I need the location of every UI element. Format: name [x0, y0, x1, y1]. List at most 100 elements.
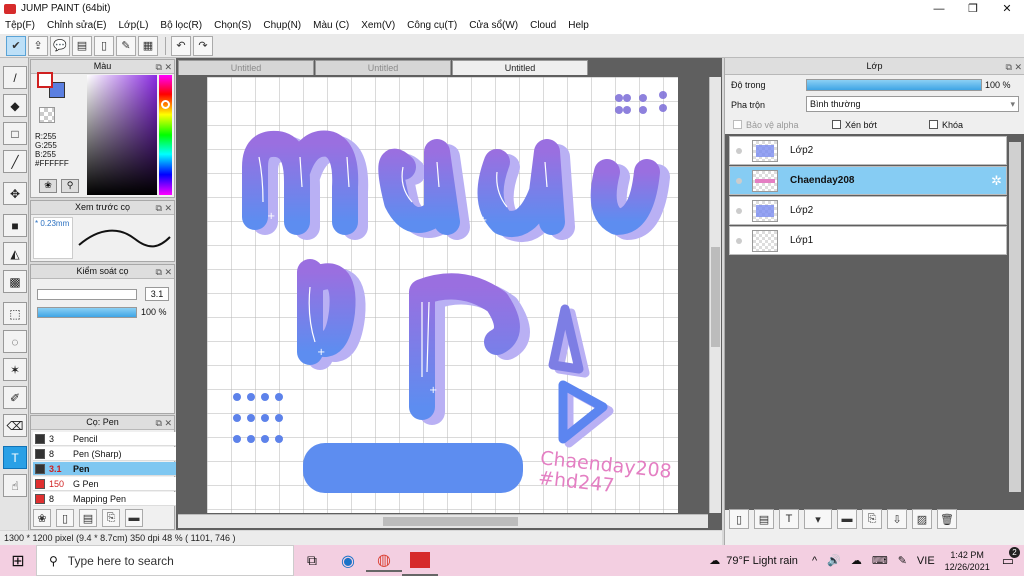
panel-controls-icon[interactable]: ⧉ ✕	[1006, 59, 1022, 75]
redo-icon[interactable]: ↷	[193, 35, 213, 56]
folder-icon[interactable]: ▬	[837, 509, 857, 529]
tab-untitled-1[interactable]: Untitled	[178, 60, 314, 75]
fill-rect-icon[interactable]: ■	[3, 214, 27, 237]
tab-untitled-3[interactable]: Untitled	[452, 60, 588, 75]
jump-paint-taskbar-icon[interactable]	[402, 545, 438, 576]
hue-slider[interactable]	[159, 75, 172, 195]
select-pen-icon[interactable]: ✐	[3, 386, 27, 409]
drawing-canvas[interactable]: + + + + Chaenday208 #hd247	[207, 77, 678, 513]
lock-checkbox[interactable]: Khóa	[929, 120, 963, 130]
brush-icon[interactable]: /	[3, 66, 27, 89]
trash-icon[interactable]: 🗑	[937, 509, 957, 529]
tab-untitled-2[interactable]: Untitled	[315, 60, 451, 75]
layer-list-scrollbar[interactable]	[1009, 142, 1021, 492]
move-icon[interactable]: ✥	[3, 182, 27, 205]
brush-settings-icon[interactable]: ❀	[33, 509, 51, 527]
copy-brush-icon[interactable]: ▤	[79, 509, 97, 527]
vertical-scrollbar[interactable]	[709, 77, 721, 513]
menu-help[interactable]: Help	[568, 20, 589, 31]
visibility-icon[interactable]	[736, 177, 742, 184]
transparent-swatch[interactable]	[39, 107, 55, 123]
eraser-icon[interactable]: ◆	[3, 94, 27, 117]
layer-opacity-slider[interactable]	[806, 79, 982, 91]
new-vector-layer-icon[interactable]: ▤	[754, 509, 774, 529]
comment-icon[interactable]: 💬	[50, 35, 70, 56]
menu-filter[interactable]: Bộ lọc(R)	[160, 20, 202, 31]
gear-icon[interactable]: ✲	[991, 173, 1002, 189]
keyboard-icon[interactable]: ⌨	[872, 554, 888, 567]
page-icon[interactable]: ▯	[94, 35, 114, 56]
chrome-icon[interactable]: ◍	[366, 550, 402, 572]
message-icon[interactable]: ▤	[72, 35, 92, 56]
folder-icon[interactable]: ▬	[125, 509, 143, 527]
close-button[interactable]: ✕	[990, 0, 1024, 17]
menu-color[interactable]: Màu (C)	[313, 20, 349, 31]
weather-icon[interactable]: ☁	[709, 554, 720, 567]
gradient-icon[interactable]: ▩	[3, 270, 27, 293]
maximize-button[interactable]: ❐	[956, 0, 990, 17]
visibility-icon[interactable]	[736, 207, 742, 214]
menu-layer[interactable]: Lớp(L)	[119, 20, 149, 31]
magic-wand-icon[interactable]: ✶	[3, 358, 27, 381]
brush-item-pen-sharp[interactable]: 8 Pen (Sharp)	[33, 447, 186, 461]
clip-checkbox[interactable]: Xén bớt	[832, 120, 877, 130]
lasso-icon[interactable]: ◌	[3, 330, 27, 353]
duplicate-layer-icon[interactable]: ⎘	[862, 509, 882, 529]
task-view-icon[interactable]: ⧉	[294, 552, 330, 569]
layer-row[interactable]: Chaenday208 ✲	[729, 166, 1007, 195]
menu-capture[interactable]: Chụp(N)	[263, 20, 301, 31]
layer-row[interactable]: Lớp1	[729, 226, 1007, 255]
menu-view[interactable]: Xem(V)	[361, 20, 395, 31]
network-icon[interactable]: ☁	[851, 554, 862, 567]
start-icon[interactable]: ⊞	[0, 545, 36, 576]
hue-handle[interactable]	[161, 100, 170, 109]
brush-item-mapping-pen[interactable]: 8 Mapping Pen	[33, 492, 186, 506]
new-brush-icon[interactable]: ▯	[56, 509, 74, 527]
select-rect-icon[interactable]: ⬚	[3, 302, 27, 325]
brush-item-pencil[interactable]: 3 Pencil	[33, 432, 186, 446]
saturation-value-picker[interactable]	[87, 75, 157, 195]
menu-tools[interactable]: Công cụ(T)	[407, 20, 457, 31]
menu-window[interactable]: Cửa sổ(W)	[469, 20, 518, 31]
minimize-button[interactable]: —	[922, 0, 956, 17]
blend-mode-select[interactable]: Bình thường ▾	[806, 96, 1019, 112]
bucket-icon[interactable]: ◭	[3, 242, 27, 265]
new-text-layer-icon[interactable]: T	[779, 509, 799, 529]
panel-controls-icon[interactable]: ⧉ ✕	[156, 266, 172, 279]
menu-edit[interactable]: Chỉnh sửa(E)	[47, 20, 107, 31]
layer-add-menu-icon[interactable]: ▾	[804, 509, 832, 529]
layer-row[interactable]: Lớp2	[729, 136, 1007, 165]
eyedropper-icon[interactable]: ⚲	[61, 179, 79, 193]
layer-row[interactable]: Lớp2	[729, 196, 1007, 225]
weather-text[interactable]: 79°F Light rain	[726, 555, 798, 567]
panel-controls-icon[interactable]: ⧉ ✕	[156, 202, 172, 215]
clear-layer-icon[interactable]: ▨	[912, 509, 932, 529]
horizontal-scroll-thumb[interactable]	[383, 517, 518, 526]
vertical-scroll-thumb[interactable]	[711, 247, 720, 347]
menu-file[interactable]: Tệp(F)	[5, 20, 35, 31]
chevron-up-icon[interactable]: ^	[812, 555, 817, 567]
text-icon[interactable]: T	[3, 446, 27, 469]
import-brush-icon[interactable]: ⎘	[102, 509, 120, 527]
brush-item-g-pen[interactable]: 150 G Pen	[33, 477, 186, 491]
menu-select[interactable]: Chọn(S)	[214, 20, 251, 31]
foreground-color-swatch[interactable]	[37, 72, 53, 88]
pen-icon[interactable]: ✎	[898, 554, 907, 567]
notification-icon[interactable]: ▭ 2	[1002, 546, 1020, 569]
protect-alpha-checkbox[interactable]: Bảo vệ alpha	[733, 120, 799, 130]
visibility-icon[interactable]	[736, 237, 742, 244]
language-indicator[interactable]: VIE	[917, 555, 935, 567]
brush-opacity-slider[interactable]	[37, 307, 137, 318]
merge-layer-icon[interactable]: ⇩	[887, 509, 907, 529]
edit-page-icon[interactable]: ✎	[116, 35, 136, 56]
hand-icon[interactable]: ☝	[3, 474, 27, 497]
share-icon[interactable]: ⇪	[28, 35, 48, 56]
clock[interactable]: 1:42 PM 12/26/2021	[945, 549, 990, 573]
edge-icon[interactable]: ◉	[330, 551, 366, 571]
menu-cloud[interactable]: Cloud	[530, 20, 556, 31]
undo-icon[interactable]: ↶	[171, 35, 191, 56]
palette-icon[interactable]: ❀	[39, 179, 57, 193]
visibility-icon[interactable]	[736, 147, 742, 154]
brush-size-field[interactable]: 3.1	[145, 287, 169, 301]
horizontal-scrollbar[interactable]	[178, 514, 708, 528]
